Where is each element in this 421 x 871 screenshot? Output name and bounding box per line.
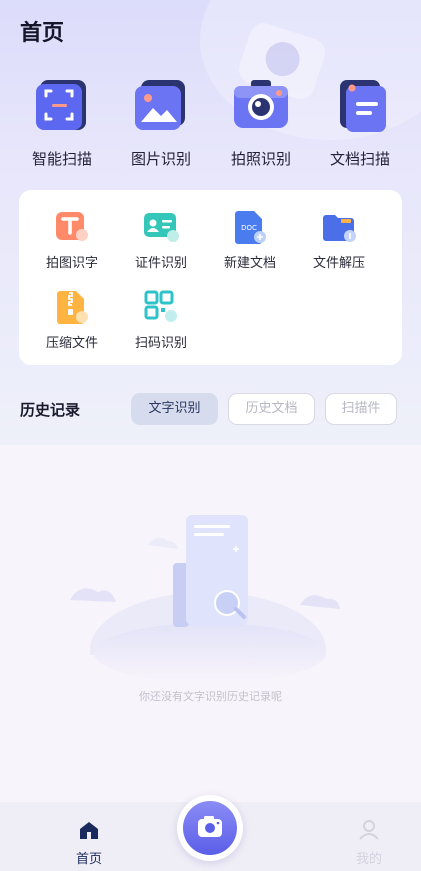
camera-recognition-label: 拍照识别 (230, 150, 291, 168)
document-scan-button[interactable]: 文档扫描 (310, 76, 410, 169)
unzip-folder-label: 文件解压 (312, 256, 365, 271)
camera-recognition-button[interactable]: 拍照识别 (211, 76, 311, 169)
qr-code-icon (143, 290, 179, 324)
camera-icon (198, 816, 222, 837)
camera-button-inner (183, 801, 237, 855)
history-title: 历史记录 (20, 401, 81, 419)
home-icon (80, 822, 98, 839)
photo-text-icon (54, 210, 90, 244)
empty-state-illustration (60, 485, 360, 708)
nav-home-label: 首页 (75, 852, 102, 867)
id-card-button[interactable]: 证件识别 (121, 210, 201, 271)
id-card-label: 证件识别 (134, 256, 187, 271)
unzip-folder-button[interactable]: 文件解压 (299, 210, 379, 271)
photo-text-button[interactable]: 拍图识字 (32, 210, 112, 271)
new-doc-icon: DOC (232, 210, 268, 244)
page-title: 首页 (20, 21, 65, 46)
photo-text-label: 拍图识字 (45, 256, 98, 271)
user-icon (359, 820, 379, 840)
qr-code-label: 扫码识别 (134, 336, 187, 351)
nav-home[interactable]: 首页 (59, 820, 119, 867)
new-doc-button[interactable]: DOC 新建文档 (210, 210, 290, 271)
qr-code-button[interactable]: 扫码识别 (121, 290, 201, 351)
smart-scan-icon (32, 76, 92, 136)
document-scan-label: 文档扫描 (329, 150, 390, 168)
tab-text-recognition[interactable]: 文字识别 (131, 393, 218, 425)
smart-scan-button[interactable]: 智能扫描 (12, 76, 112, 169)
tab-history-docs[interactable]: 历史文档 (228, 393, 315, 425)
image-recognition-button[interactable]: 图片识别 (111, 76, 211, 169)
tab-scans[interactable]: 扫描件 (325, 393, 397, 425)
history-list: 你还没有文字识别历史记录呢 (0, 445, 421, 802)
history-header: 历史记录 文字识别 历史文档 扫描件 (20, 393, 402, 425)
unzip-folder-icon (321, 210, 357, 244)
camera-button[interactable] (177, 795, 243, 861)
tools-card: 拍图识字 证件识别 DOC 新建文档 文件解压 压缩文件 扫码识别 (19, 190, 402, 365)
document-scan-icon (330, 76, 390, 136)
zip-file-label: 压缩文件 (45, 336, 98, 351)
image-recognition-icon (131, 76, 191, 136)
id-card-icon (143, 210, 179, 244)
zip-file-icon (54, 290, 90, 324)
camera-recognition-icon (231, 76, 291, 136)
empty-state-text: 你还没有文字识别历史记录呢 (139, 690, 282, 703)
smart-scan-label: 智能扫描 (31, 150, 92, 168)
nav-mine[interactable]: 我的 (339, 820, 399, 867)
doc-icon-text: DOC (241, 224, 257, 232)
nav-mine-label: 我的 (355, 852, 382, 867)
image-recognition-label: 图片识别 (130, 150, 191, 168)
new-doc-label: 新建文档 (223, 256, 276, 271)
zip-file-button[interactable]: 压缩文件 (32, 290, 112, 351)
main-tools: 智能扫描 图片识别 拍照识别 文档扫描 (0, 76, 421, 176)
